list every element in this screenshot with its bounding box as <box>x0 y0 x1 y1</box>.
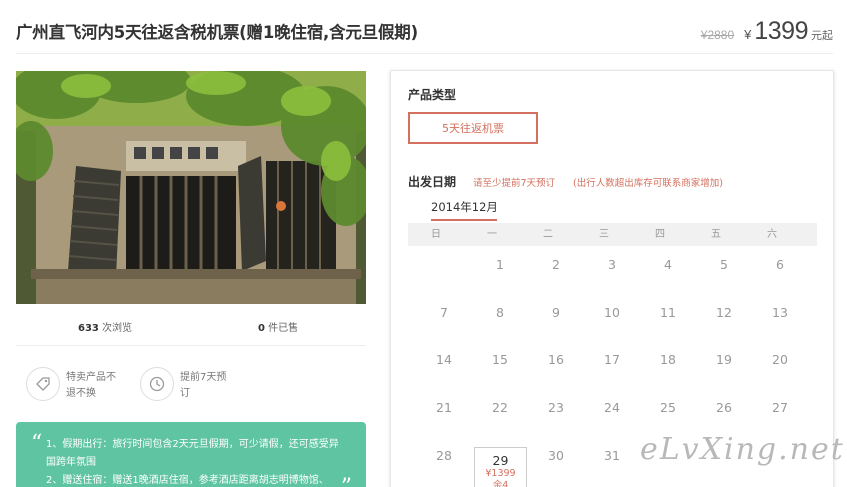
weekday: 三 <box>599 229 609 240</box>
stock-hint: (出行人数超出库存可联系商家增加) <box>573 178 723 189</box>
calendar-day: 30 <box>548 448 564 463</box>
day-number: 29 <box>492 453 509 468</box>
site-watermark: eLvXing.net <box>640 432 845 467</box>
product-photo[interactable] <box>16 71 366 304</box>
feature-label: 特卖产品不退不换 <box>66 372 116 399</box>
sale-price: 1399 <box>754 17 808 45</box>
calendar-day: 19 <box>716 352 732 367</box>
weekday: 二 <box>543 229 553 240</box>
calendar-day: 4 <box>664 257 672 272</box>
weekday: 一 <box>487 229 497 240</box>
price-unit: 元起 <box>811 29 833 42</box>
calendar-day: 2 <box>552 257 560 272</box>
calendar-day: 14 <box>436 352 452 367</box>
calendar-day: 22 <box>492 400 508 415</box>
calendar-day: 3 <box>608 257 616 272</box>
calendar-day: 8 <box>496 305 504 320</box>
calendar-day-available[interactable]: 29 ¥1399 余4 <box>474 447 527 487</box>
clock-icon <box>140 367 174 401</box>
currency-symbol: ¥ <box>744 27 752 42</box>
calendar-day: 16 <box>548 352 564 367</box>
advance-hint: 请至少提前7天预订 <box>473 178 556 189</box>
feature-advance-booking: 提前7天预订 <box>140 367 236 402</box>
weekday: 日 <box>431 229 441 240</box>
calendar-day: 23 <box>548 400 564 415</box>
quote-open-icon: “ <box>31 431 43 456</box>
calendar-day: 24 <box>604 400 620 415</box>
calendar-day: 25 <box>660 400 676 415</box>
calendar-day: 15 <box>492 352 508 367</box>
calendar-day: 26 <box>716 400 732 415</box>
calendar-day: 20 <box>772 352 788 367</box>
highlight-line: 国跨年氛围 <box>46 457 96 468</box>
product-title: 广州直飞河内5天往返含税机票(赠1晚住宿,含元旦假期) <box>16 23 418 42</box>
weekday: 五 <box>711 229 721 240</box>
sold-count: 0 件已售 <box>258 323 299 334</box>
highlight-line: 2、赠送住宿：赠送1晚酒店住宿，参考酒店距离胡志明博物馆、 <box>46 475 329 486</box>
weekday: 六 <box>767 229 777 240</box>
calendar-day: 5 <box>720 257 728 272</box>
calendar-day: 28 <box>436 448 452 463</box>
highlights-box: “ 1、假期出行：旅行时间包含2天元旦假期，可少请假，还可感受异 国跨年氛围 2… <box>16 422 366 487</box>
feature-label: 提前7天预订 <box>180 372 227 399</box>
weekday: 四 <box>655 229 665 240</box>
quote-close-icon: ” <box>341 477 352 487</box>
calendar-day: 17 <box>604 352 620 367</box>
price-block: ¥2880 ¥ 1399 元起 <box>701 17 833 46</box>
header-divider <box>16 53 833 54</box>
day-stock: 余4 <box>492 480 509 487</box>
stats-bar: 633 次浏览 0 件已售 <box>16 319 366 335</box>
month-underline <box>431 219 497 221</box>
view-count: 633 次浏览 <box>78 323 133 334</box>
calendar-day: 7 <box>440 305 448 320</box>
highlight-line: 1、假期出行：旅行时间包含2天元旦假期，可少请假，还可感受异 <box>46 439 339 450</box>
calendar-day: 18 <box>660 352 676 367</box>
day-price: ¥1399 <box>485 468 516 479</box>
product-type-label: 产品类型 <box>408 88 457 102</box>
departure-date-label: 出发日期 <box>408 175 457 189</box>
tag-icon <box>26 367 60 401</box>
calendar-month[interactable]: 2014年12月 <box>431 199 498 215</box>
weekday-header: 日 一 二 三 四 五 六 <box>408 223 817 246</box>
booking-panel: 产品类型 5天往返机票 出发日期 请至少提前7天预订 (出行人数超出库存可联系商… <box>390 70 834 487</box>
calendar-day: 21 <box>436 400 452 415</box>
calendar-day: 11 <box>660 305 676 320</box>
stats-divider <box>16 345 366 346</box>
original-price: ¥2880 <box>700 28 735 42</box>
calendar-day: 1 <box>496 257 504 272</box>
product-type-option[interactable]: 5天往返机票 <box>408 112 538 144</box>
calendar-day: 10 <box>604 305 620 320</box>
feature-no-refund: 特卖产品不退不换 <box>26 367 122 402</box>
calendar-day: 6 <box>776 257 784 272</box>
calendar-day: 13 <box>772 305 788 320</box>
calendar-day: 12 <box>716 305 732 320</box>
calendar-day: 27 <box>772 400 788 415</box>
calendar-day: 9 <box>552 305 560 320</box>
calendar-day: 31 <box>604 448 620 463</box>
